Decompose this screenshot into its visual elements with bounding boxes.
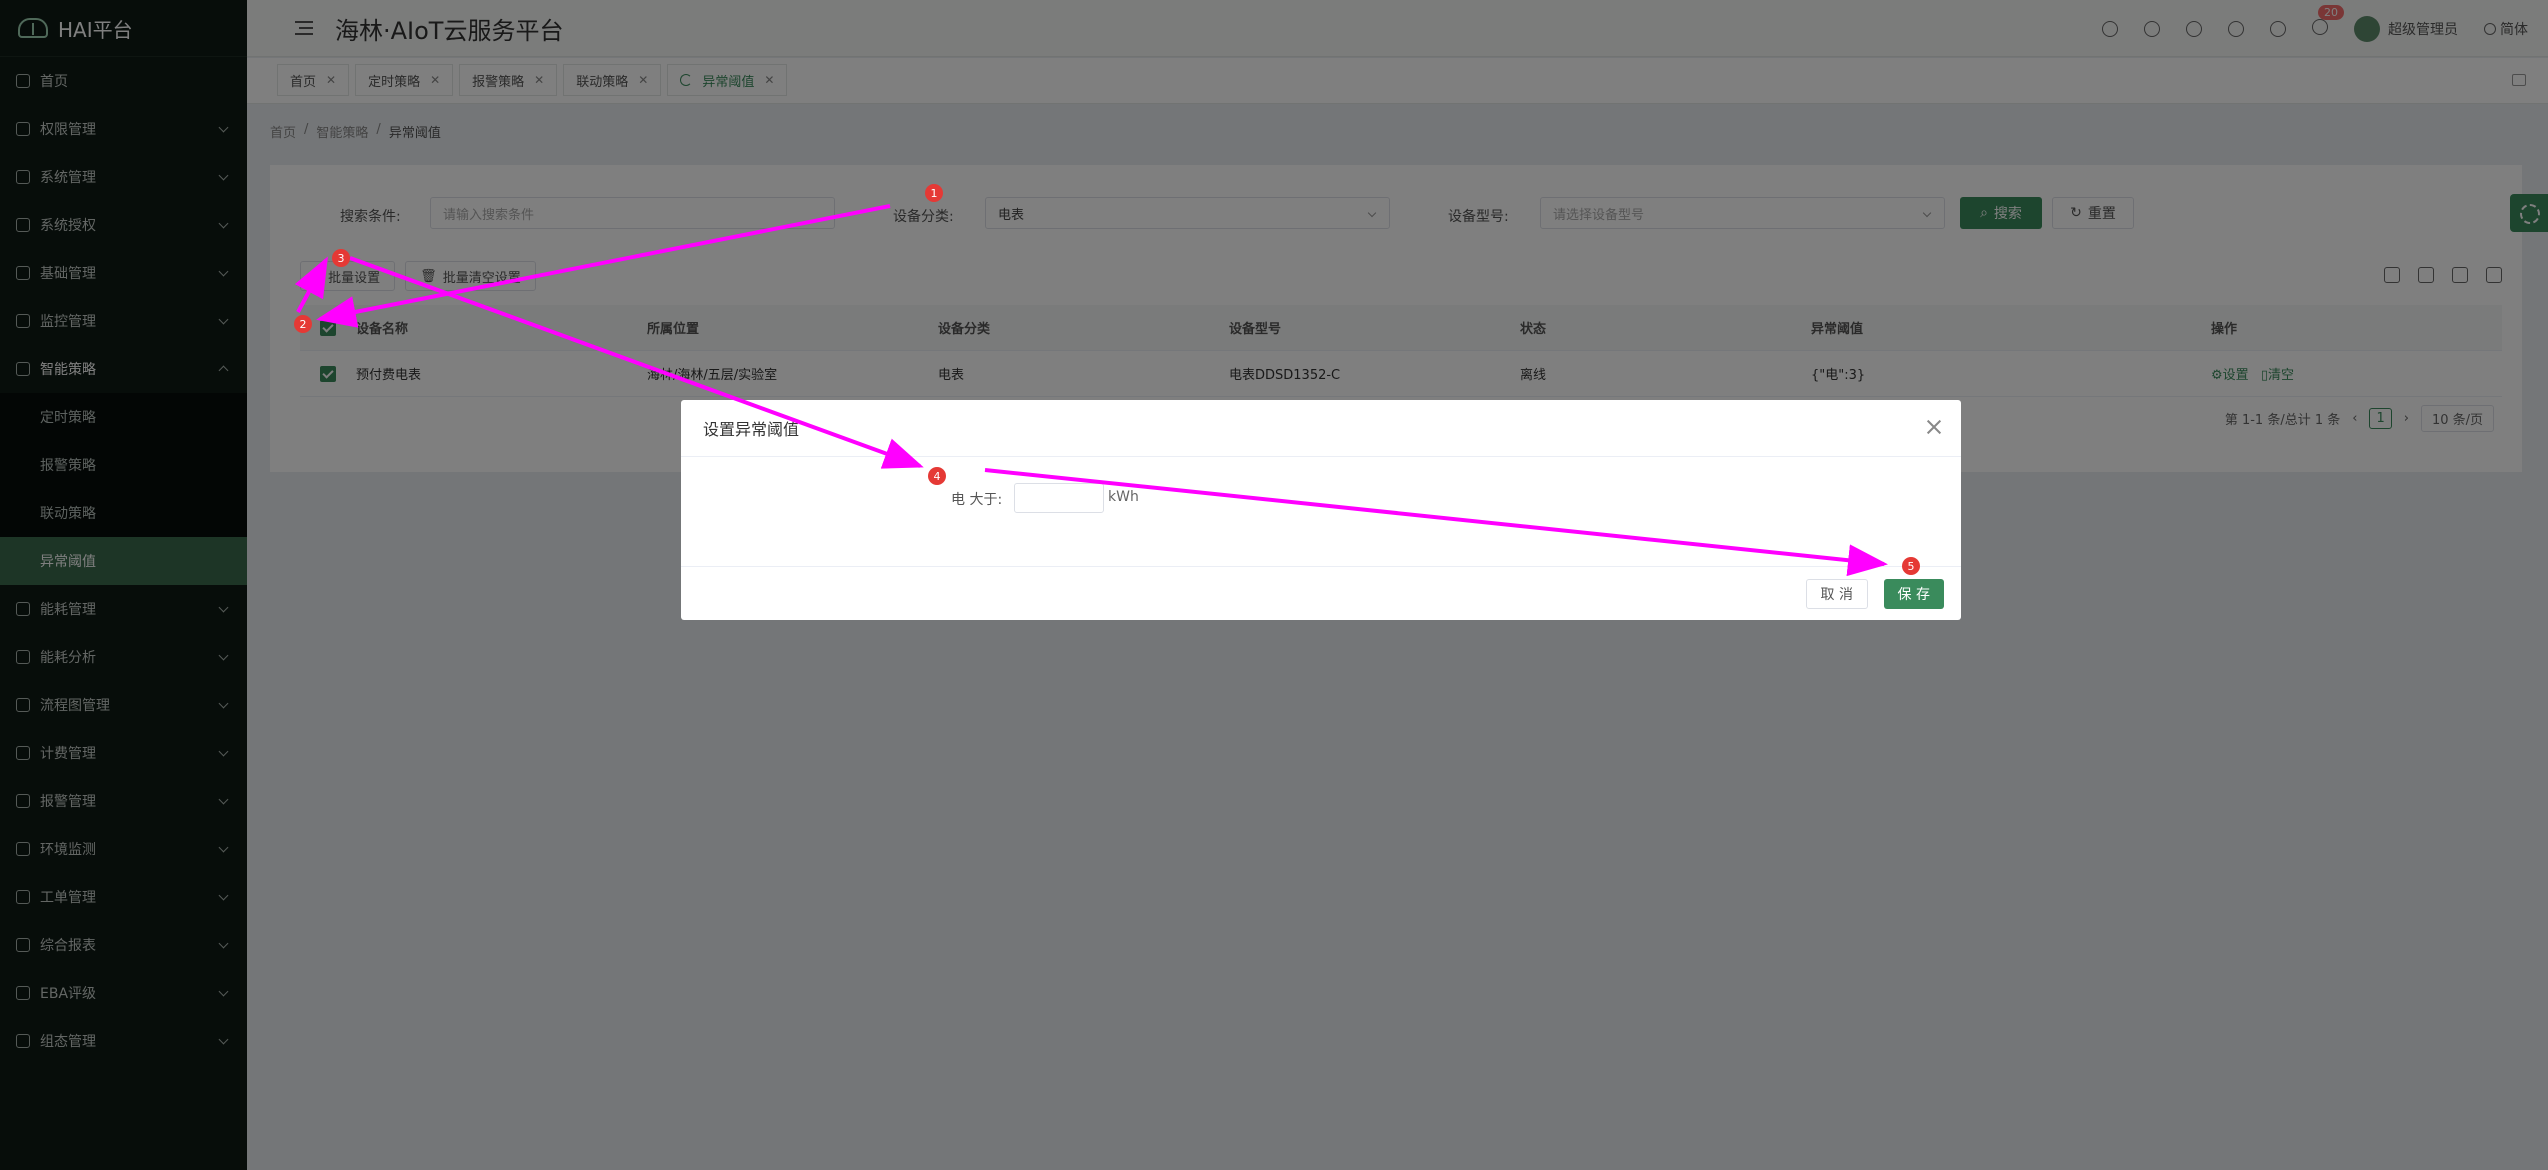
annotation-arrows [294,204,1888,577]
arrow-1-2 [316,204,891,328]
arrow-2-3 [294,256,328,313]
step-marker-2: 2 [294,315,312,333]
step-marker-5: 5 [1902,557,1920,575]
arrow-4-5 [984,468,1888,577]
step-marker-4: 4 [928,467,946,485]
step-marker-1: 1 [925,184,943,202]
step-marker-3: 3 [332,249,350,267]
arrow-3-4 [349,256,924,469]
